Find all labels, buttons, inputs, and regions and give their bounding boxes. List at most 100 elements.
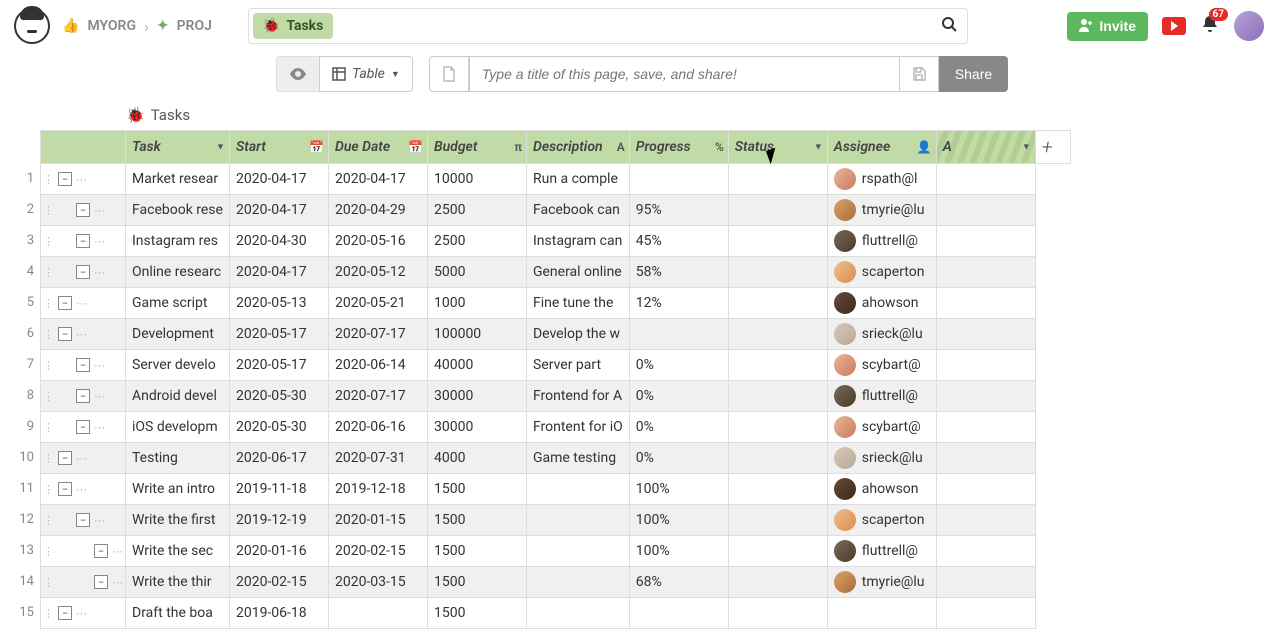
due-cell[interactable]: 2020-03-15 <box>328 567 427 598</box>
progress-cell[interactable]: 45% <box>629 226 728 257</box>
status-cell[interactable] <box>728 319 827 350</box>
start-cell[interactable]: 2019-06-18 <box>229 598 328 629</box>
tree-cell[interactable]: ⋮−⋯ <box>41 536 126 567</box>
add-column-button[interactable]: + <box>1035 131 1070 164</box>
tree-cell[interactable]: ⋮ −⋯ <box>41 567 126 598</box>
drag-handle-icon[interactable]: ⋮ <box>43 576 54 589</box>
tree-cell[interactable]: ⋮−⋯ <box>41 195 126 226</box>
extra-cell[interactable] <box>936 412 1035 443</box>
table-row[interactable]: ⋮−⋯Game script2020-05-132020-05-211000Fi… <box>41 288 1071 319</box>
budget-cell[interactable]: 10000 <box>427 164 526 195</box>
table-row[interactable]: ⋮−⋯Instagram res2020-04-302020-05-162500… <box>41 226 1071 257</box>
tree-cell[interactable]: ⋮−⋯ <box>41 505 126 536</box>
start-cell[interactable]: 2019-11-18 <box>229 474 328 505</box>
description-cell[interactable]: Frontent for iO <box>526 412 629 443</box>
task-cell[interactable]: Facebook rese <box>126 195 230 226</box>
assignee-cell[interactable]: srieck@lu <box>827 319 936 350</box>
budget-cell[interactable]: 1500 <box>427 536 526 567</box>
row-menu-icon[interactable]: ⋯ <box>76 328 87 341</box>
view-select[interactable]: Table ▼ <box>319 56 413 92</box>
tree-cell[interactable]: ⋮−⋯ <box>41 288 126 319</box>
due-cell[interactable]: 2020-06-16 <box>328 412 427 443</box>
drag-handle-icon[interactable]: ⋮ <box>43 452 54 465</box>
collapse-toggle[interactable]: − <box>58 606 72 620</box>
progress-cell[interactable]: 0% <box>629 350 728 381</box>
collapse-toggle[interactable]: − <box>76 234 90 248</box>
invite-button[interactable]: Invite <box>1067 12 1148 41</box>
search-chip[interactable]: 🐞 Tasks <box>253 13 333 39</box>
assignee-cell[interactable]: scaperton <box>827 505 936 536</box>
assignee-cell[interactable]: rspath@l <box>827 164 936 195</box>
budget-cell[interactable]: 1500 <box>427 598 526 629</box>
progress-cell[interactable] <box>629 164 728 195</box>
table-row[interactable]: ⋮−⋯Facebook rese2020-04-172020-04-292500… <box>41 195 1071 226</box>
status-cell[interactable] <box>728 226 827 257</box>
due-cell[interactable]: 2020-07-17 <box>328 381 427 412</box>
budget-cell[interactable]: 40000 <box>427 350 526 381</box>
table-row[interactable]: ⋮−⋯Draft the boa2019-06-181500 <box>41 598 1071 629</box>
drag-handle-icon[interactable]: ⋮ <box>43 266 54 279</box>
extra-cell[interactable] <box>936 598 1035 629</box>
task-cell[interactable]: Server develo <box>126 350 230 381</box>
budget-cell[interactable]: 2500 <box>427 226 526 257</box>
progress-cell[interactable]: 95% <box>629 195 728 226</box>
row-menu-icon[interactable]: ⋯ <box>94 359 105 372</box>
collapse-toggle[interactable]: − <box>76 513 90 527</box>
description-cell[interactable]: Develop the w <box>526 319 629 350</box>
collapse-toggle[interactable]: − <box>58 482 72 496</box>
budget-cell[interactable]: 30000 <box>427 412 526 443</box>
document-button[interactable] <box>429 56 469 92</box>
table-row[interactable]: ⋮−⋯Server develo2020-05-172020-06-144000… <box>41 350 1071 381</box>
drag-handle-icon[interactable]: ⋮ <box>43 607 54 620</box>
task-cell[interactable]: Development <box>126 319 230 350</box>
table-row[interactable]: ⋮−⋯Android devel2020-05-302020-07-173000… <box>41 381 1071 412</box>
start-cell[interactable]: 2020-04-17 <box>229 195 328 226</box>
assignee-cell[interactable]: tmyrie@lu <box>827 195 936 226</box>
start-cell[interactable]: 2020-05-30 <box>229 381 328 412</box>
start-cell[interactable]: 2019-12-19 <box>229 505 328 536</box>
status-cell[interactable] <box>728 350 827 381</box>
description-cell[interactable]: Fine tune the <box>526 288 629 319</box>
task-cell[interactable]: Testing <box>126 443 230 474</box>
collapse-toggle[interactable]: − <box>94 575 108 589</box>
drag-handle-icon[interactable]: ⋮ <box>43 328 54 341</box>
description-cell[interactable]: General online <box>526 257 629 288</box>
row-menu-icon[interactable]: ⋯ <box>76 452 87 465</box>
start-cell[interactable]: 2020-06-17 <box>229 443 328 474</box>
collapse-toggle[interactable]: − <box>58 327 72 341</box>
status-cell[interactable] <box>728 195 827 226</box>
row-menu-icon[interactable]: ⋯ <box>76 297 87 310</box>
row-menu-icon[interactable]: ⋯ <box>76 483 87 496</box>
drag-handle-icon[interactable]: ⋮ <box>43 545 54 558</box>
extra-cell[interactable] <box>936 226 1035 257</box>
table-row[interactable]: ⋮−⋯Development2020-05-172020-07-17100000… <box>41 319 1071 350</box>
status-cell[interactable] <box>728 381 827 412</box>
extra-cell[interactable] <box>936 443 1035 474</box>
description-cell[interactable]: Server part <box>526 350 629 381</box>
column-header-budget[interactable]: Budgetπ <box>427 131 526 164</box>
tree-cell[interactable]: ⋮−⋯ <box>41 257 126 288</box>
share-button[interactable]: Share <box>939 56 1008 92</box>
row-menu-icon[interactable]: ⋯ <box>94 421 105 434</box>
description-cell[interactable] <box>526 505 629 536</box>
drag-handle-icon[interactable]: ⋮ <box>43 514 54 527</box>
due-cell[interactable]: 2020-05-21 <box>328 288 427 319</box>
progress-cell[interactable]: 12% <box>629 288 728 319</box>
status-cell[interactable] <box>728 288 827 319</box>
collapse-toggle[interactable]: − <box>76 358 90 372</box>
budget-cell[interactable]: 1500 <box>427 474 526 505</box>
task-cell[interactable]: Draft the boa <box>126 598 230 629</box>
visibility-toggle[interactable] <box>276 56 319 92</box>
task-cell[interactable]: Write the sec <box>126 536 230 567</box>
drag-handle-icon[interactable]: ⋮ <box>43 297 54 310</box>
assignee-cell[interactable]: ahowson <box>827 288 936 319</box>
row-menu-icon[interactable]: ⋯ <box>112 576 123 589</box>
description-cell[interactable]: Facebook can <box>526 195 629 226</box>
due-cell[interactable]: 2020-04-17 <box>328 164 427 195</box>
budget-cell[interactable]: 1500 <box>427 567 526 598</box>
progress-cell[interactable] <box>629 598 728 629</box>
row-menu-icon[interactable]: ⋯ <box>94 235 105 248</box>
column-header-start[interactable]: Start📅 <box>229 131 328 164</box>
budget-cell[interactable]: 5000 <box>427 257 526 288</box>
description-cell[interactable] <box>526 598 629 629</box>
